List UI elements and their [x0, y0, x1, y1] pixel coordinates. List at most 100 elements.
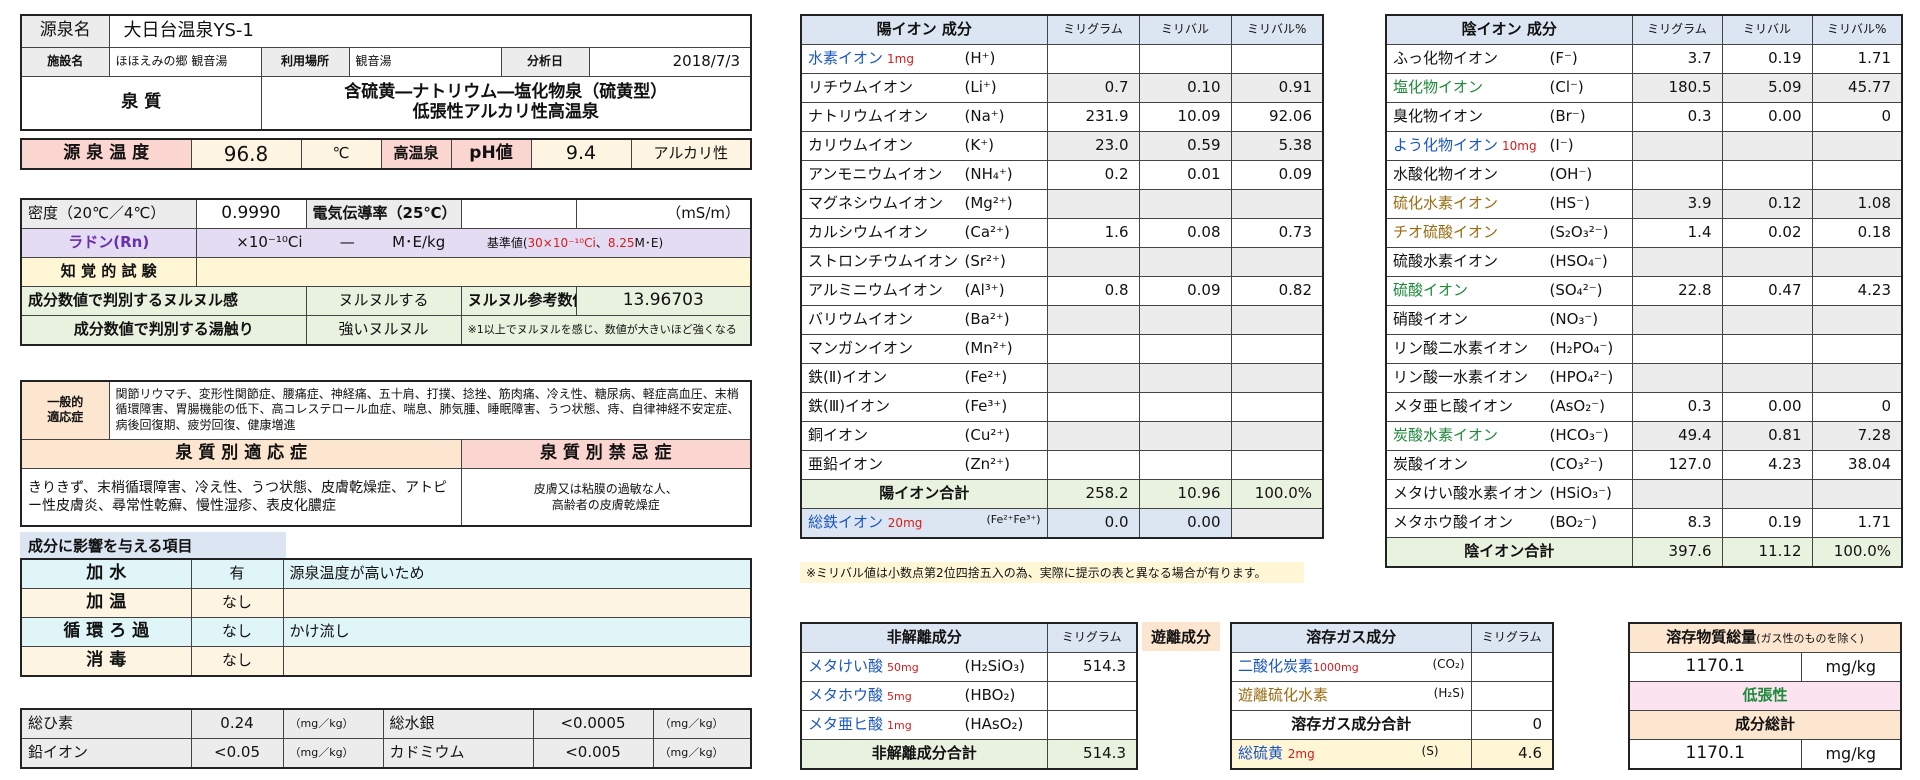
ion-mg [1631, 363, 1723, 393]
ion-name: リン酸二水素イオン [1393, 339, 1529, 358]
ion-mg: 180.5 [1631, 73, 1723, 103]
radon-reference: 基準値(30×10⁻¹⁰Ci、8.25M･E) [486, 236, 664, 251]
ion-name: 亜鉛イオン [808, 455, 884, 474]
ion-name: 臭化物イオン [1393, 107, 1484, 126]
ion-mval [1721, 334, 1813, 364]
ion-formula: (HAsO₂) [964, 715, 1024, 734]
gas-total-mg: 0 [1470, 710, 1554, 740]
ion-limit-tag: 1mg [887, 719, 912, 733]
ion-mg [1046, 681, 1138, 711]
ion-formula: (H₂PO₄⁻) [1549, 339, 1614, 358]
table-row: ナトリウムイオン (Na⁺) 231.9 10.09 92.06 [800, 102, 1324, 132]
ion-pct: 0.82 [1230, 276, 1324, 306]
ion-formula: (F⁻) [1549, 49, 1578, 68]
ion-mg: 0.8 [1046, 276, 1140, 306]
ion-pct [1230, 247, 1324, 277]
grand-total-unit: mg/kg [1800, 739, 1902, 770]
ion-name-cell: 炭酸水素イオン (HCO₃⁻) [1385, 421, 1633, 451]
feel-note: ※1以上でヌルヌルを感じ、数値が大きいほど強くなる [460, 315, 752, 346]
table-row: メタ亜ヒ酸 1mg (HAsO₂) [800, 710, 1138, 740]
contraindications-text: 皮膚又は粘膜の過敏な人、 高齢者の皮膚乾燥症 [460, 467, 752, 527]
ion-limit-tag: 1mg [887, 52, 914, 67]
ion-pct [1811, 363, 1903, 393]
ion-pct [1811, 131, 1903, 161]
ion-formula: (Sr²⁺) [964, 252, 1006, 271]
table-row: メタけい酸 50mg (H₂SiO₃) 514.3 [800, 652, 1138, 682]
ion-pct [1811, 479, 1903, 509]
heating-label: 加 温 [20, 588, 192, 618]
table-row: カリウムイオン (K⁺) 23.0 0.59 5.38 [800, 131, 1324, 161]
ion-name-cell: 硫酸イオン (SO₄²⁻) [1385, 276, 1633, 306]
ion-name: メタ亜ヒ酸イオン [1393, 397, 1514, 416]
table-row: 亜鉛イオン (Zn²⁺) [800, 450, 1324, 480]
nondiss-title: 非解離成分 [800, 622, 1048, 653]
ion-mval [1138, 305, 1232, 335]
anion-total-mval: 11.12 [1721, 537, 1813, 568]
ion-mval [1138, 189, 1232, 219]
table-row: 硫化水素イオン (HS⁻) 3.9 0.12 1.08 [1385, 189, 1903, 219]
water-added-note: 源泉温度が高いため [282, 558, 752, 589]
ion-name: 鉄(Ⅲ)イオン [808, 397, 891, 416]
tonicity: 低張性 [1628, 681, 1902, 711]
ion-pct: 0.73 [1230, 218, 1324, 248]
ion-name: アンモニウムイオン [808, 165, 943, 184]
cation-total-pct: 100.0% [1230, 479, 1324, 509]
indications-table: 一般的 適応症 関節リウマチ、変形性関節症、腰痛症、神経痛、五十肩、打撲、捻挫、筋… [20, 380, 753, 527]
cation-total-mval: 10.96 [1138, 479, 1232, 509]
disinfection-value: なし [190, 646, 284, 677]
ion-pct [1230, 189, 1324, 219]
ion-name: ふっ化物イオン [1393, 49, 1499, 68]
dissolved-gas-table: 溶存ガス成分 ミリグラム 二酸化炭素1000mg (CO₂) 遊離硫化水素 (H₂S… [1230, 622, 1554, 770]
ion-formula: (I⁻) [1549, 136, 1574, 155]
ion-formula: (Cu²⁺) [964, 426, 1011, 445]
cation-header-mval: ミリバル [1138, 14, 1232, 45]
ion-limit-tag: 5mg [887, 690, 912, 704]
ion-name-cell: ストロンチウムイオン (Sr²⁺) [800, 247, 1048, 277]
table-row: 水素イオン 1mg (H⁺) [800, 44, 1324, 74]
ion-mval: 10.09 [1138, 102, 1232, 132]
ion-mg [1046, 363, 1140, 393]
nondiss-total-mg: 514.3 [1046, 739, 1138, 770]
radon-ci-unit: ×10⁻¹⁰Ci [236, 233, 303, 252]
ion-formula: (Ca²⁺) [964, 223, 1010, 242]
ion-name-cell: 亜鉛イオン (Zn²⁺) [800, 450, 1048, 480]
ion-mval: 0.59 [1138, 131, 1232, 161]
perception-test-label: 知 覚 的 試 験 [20, 257, 197, 287]
ion-name-cell: マグネシウムイオン (Mg²⁺) [800, 189, 1048, 219]
ion-name-cell: ふっ化物イオン (F⁻) [1385, 44, 1633, 74]
table-row: リン酸一水素イオン (HPO₄²⁻) [1385, 363, 1903, 393]
ion-mg: 231.9 [1046, 102, 1140, 132]
ion-formula: (Zn²⁺) [964, 455, 1010, 474]
ion-name: 硫酸水素イオン [1393, 252, 1499, 271]
water-added-value: 有 [190, 558, 284, 589]
co2-row: 二酸化炭素1000mg (CO₂) [1230, 652, 1472, 682]
arsenic-value: 0.24 [190, 708, 284, 739]
ion-name-cell: チオ硫酸イオン (S₂O₃²⁻) [1385, 218, 1633, 248]
nondiss-header-mg: ミリグラム [1046, 622, 1138, 653]
analysis-date-label: 分析日 [500, 46, 590, 77]
table-row: マンガンイオン (Mn²⁺) [800, 334, 1324, 364]
use-place-label: 利用場所 [260, 46, 350, 77]
ion-mval [1138, 392, 1232, 422]
ion-name: カルシウムイオン [808, 223, 929, 242]
ion-name-cell: リン酸二水素イオン (H₂PO₄⁻) [1385, 334, 1633, 364]
ion-name-cell: 塩化物イオン (Cl⁻) [1385, 73, 1633, 103]
table-row: カルシウムイオン (Ca²⁺) 1.6 0.08 0.73 [800, 218, 1324, 248]
water-added-label: 加 水 [20, 558, 192, 589]
ion-mg [1046, 450, 1140, 480]
ion-name: メタけい酸 [808, 657, 884, 676]
ion-name-cell: 水素イオン 1mg (H⁺) [800, 44, 1048, 74]
ion-pct: 92.06 [1230, 102, 1324, 132]
dissolved-total-value: 1170.1 [1628, 652, 1802, 682]
cation-header-pct: ミリバル% [1230, 14, 1324, 45]
ion-formula: (HSiO₃⁻) [1549, 484, 1612, 503]
ion-mval [1721, 160, 1813, 190]
table-row: 銅イオン (Cu²⁺) [800, 421, 1324, 451]
ion-name-cell: アンモニウムイオン (NH₄⁺) [800, 160, 1048, 190]
table-row: 塩化物イオン (Cl⁻) 180.5 5.09 45.77 [1385, 73, 1903, 103]
ion-mg: 22.8 [1631, 276, 1723, 306]
grand-total-value: 1170.1 [1628, 739, 1802, 770]
ion-mval [1721, 247, 1813, 277]
ion-pct [1230, 44, 1324, 74]
ion-mval [1138, 334, 1232, 364]
